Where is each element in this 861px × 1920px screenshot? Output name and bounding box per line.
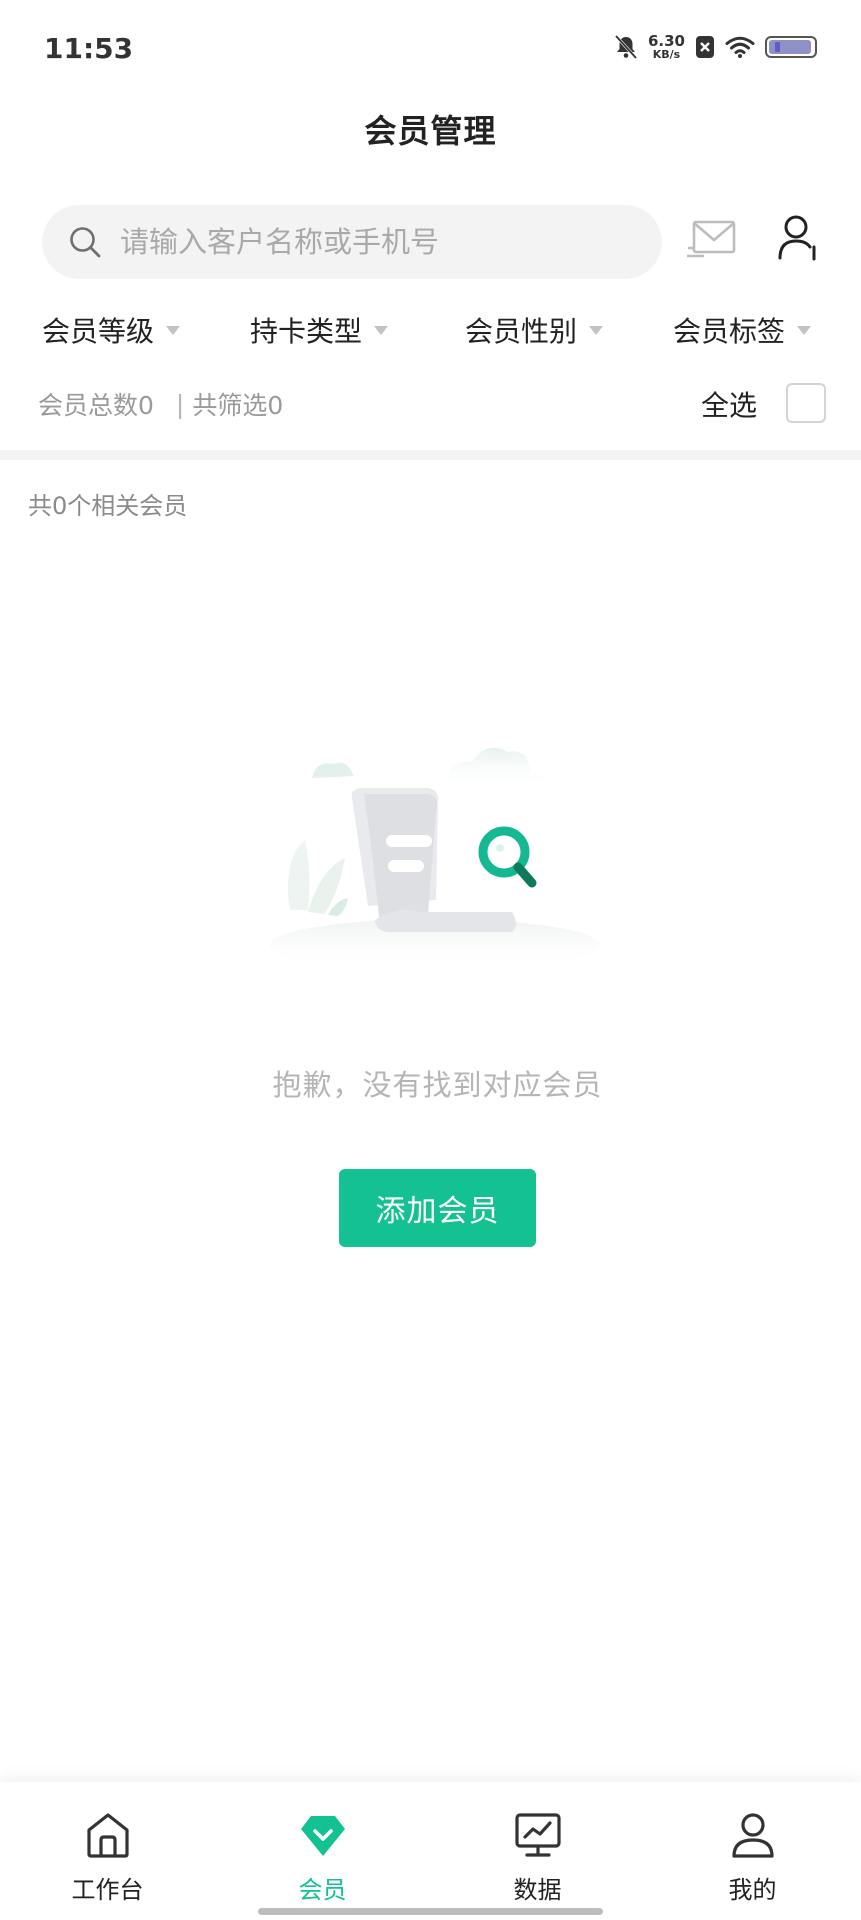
select-all-checkbox[interactable] <box>786 383 826 423</box>
filter-card-type[interactable]: 持卡类型 <box>250 310 389 350</box>
empty-document-search-illustration <box>270 747 600 970</box>
add-member-button[interactable]: 添加会员 <box>339 1169 536 1247</box>
bottom-tab-bar: 工作台 会员 数据 我的 <box>0 1782 861 1920</box>
tab-label: 会员 <box>298 1876 347 1904</box>
caret-down-icon <box>374 325 389 335</box>
home-icon <box>86 1813 129 1858</box>
page-title: 会员管理 <box>364 112 497 150</box>
network-speed-unit: KB/s <box>652 48 681 61</box>
wifi-icon <box>725 36 755 58</box>
count-separator: | <box>175 389 185 419</box>
filter-member-level[interactable]: 会员等级 <box>42 310 181 350</box>
search-bar[interactable] <box>42 205 662 279</box>
search-input[interactable] <box>120 225 620 259</box>
empty-state-message: 抱歉，没有找到对应会员 <box>272 1068 603 1102</box>
filter-label: 会员等级 <box>42 315 155 348</box>
monitor-chart-icon <box>514 1813 561 1857</box>
related-member-count: 共0个相关会员 <box>28 492 188 520</box>
filter-bar: 会员等级 持卡类型 会员性别 会员标签 <box>0 310 861 350</box>
status-icons: 6.30 KB/s <box>614 34 817 60</box>
caret-down-icon <box>166 325 181 335</box>
user-profile-icon[interactable] <box>776 214 822 262</box>
battery-icon <box>765 36 817 58</box>
member-management-screen: 11:53 6.30 KB/s 会员管理 请输入客户名称或手机号 会员等级 持卡… <box>0 0 861 1920</box>
bell-muted-icon <box>614 34 638 60</box>
section-divider <box>0 450 861 460</box>
filter-label: 会员性别 <box>465 315 578 348</box>
battery-level <box>769 40 811 54</box>
tab-label: 我的 <box>728 1876 777 1904</box>
caret-down-icon <box>797 325 812 335</box>
select-all-label[interactable]: 全选 <box>701 384 757 424</box>
member-total: 会员总数0 <box>38 391 154 420</box>
diamond-icon <box>300 1816 345 1856</box>
home-indicator[interactable] <box>258 1908 603 1915</box>
tab-workbench[interactable]: 工作台 <box>0 1782 215 1920</box>
filter-label: 会员标签 <box>673 315 786 348</box>
network-speed: 6.30 KB/s <box>647 32 685 61</box>
tab-label: 数据 <box>513 1876 562 1904</box>
tab-label: 工作台 <box>71 1876 144 1904</box>
filter-member-tag[interactable]: 会员标签 <box>673 310 812 350</box>
tab-mine[interactable]: 我的 <box>645 1782 860 1920</box>
filter-label: 持卡类型 <box>250 315 363 348</box>
network-speed-value: 6.30 <box>647 32 685 50</box>
status-time: 11:53 <box>44 32 134 65</box>
mail-icon[interactable] <box>686 218 738 262</box>
member-counts: 会员总数0 | 共筛选0 <box>38 386 283 422</box>
sim-blocked-icon <box>696 36 714 58</box>
person-icon <box>731 1813 774 1858</box>
caret-down-icon <box>589 325 604 335</box>
status-bar: 11:53 6.30 KB/s <box>0 0 861 100</box>
filter-member-gender[interactable]: 会员性别 <box>465 310 604 350</box>
filtered-total: 共筛选0 <box>192 391 284 420</box>
tab-data[interactable]: 数据 <box>430 1782 645 1920</box>
tab-members[interactable]: 会员 <box>215 1782 430 1920</box>
search-icon <box>70 227 101 258</box>
